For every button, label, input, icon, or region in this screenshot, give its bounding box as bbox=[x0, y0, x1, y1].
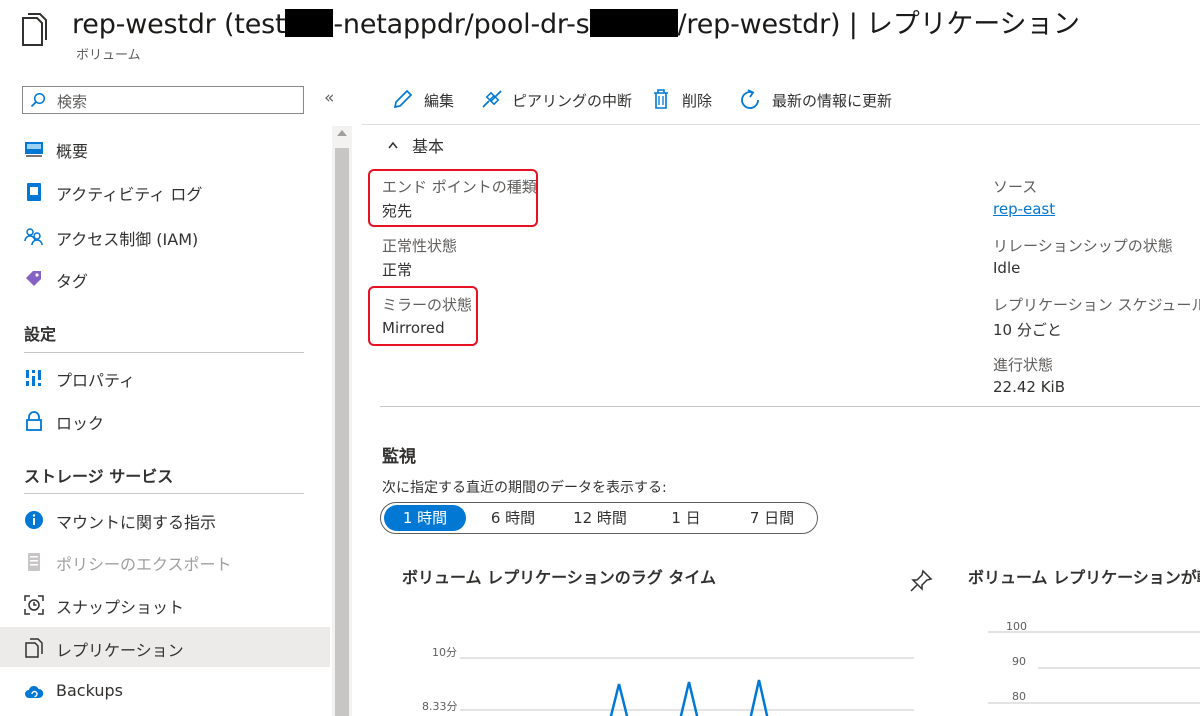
mirror-state-label: ミラーの状態 bbox=[382, 296, 473, 314]
refresh-label: 最新の情報に更新 bbox=[772, 92, 893, 110]
sidebar-item-label: タグ bbox=[56, 272, 89, 291]
sidebar-item-label: アクティビティ ログ bbox=[56, 185, 203, 204]
divider bbox=[24, 352, 304, 353]
page-title-part-1: rep-westdr (test bbox=[72, 9, 286, 40]
sidebar-item-label: プロパティ bbox=[56, 371, 136, 390]
toolbar-divider bbox=[362, 124, 1200, 125]
progress-value: 22.42 KiB bbox=[993, 378, 1066, 396]
edit-button[interactable]: 編集 bbox=[392, 86, 464, 114]
tag-icon bbox=[26, 271, 41, 286]
sidebar-item-label: 概要 bbox=[56, 142, 89, 161]
sidebar-item-export-policy[interactable]: ポリシーのエクスポート bbox=[0, 541, 330, 581]
range-1-hour[interactable]: 1 時間 bbox=[384, 505, 466, 531]
page-subtitle: ボリューム bbox=[76, 48, 141, 63]
pin-icon[interactable] bbox=[908, 568, 934, 594]
time-range-selector: 1 時間 6 時間 12 時間 1 日 7 日間 bbox=[380, 502, 818, 534]
search-icon bbox=[30, 92, 46, 108]
redacted-block bbox=[589, 9, 678, 37]
sidebar-item-iam[interactable]: アクセス制御 (IAM) bbox=[0, 216, 330, 256]
source-link[interactable]: rep-east bbox=[993, 200, 1055, 218]
redacted-block bbox=[285, 9, 334, 37]
sidebar-item-overview[interactable]: 概要 bbox=[0, 128, 330, 168]
relationship-status-value: Idle bbox=[993, 259, 1021, 277]
section-heading-storage-service: ストレージ サービス bbox=[24, 467, 174, 486]
refresh-icon bbox=[741, 89, 759, 109]
break-peering-button[interactable]: ピアリングの中断 bbox=[480, 86, 632, 114]
scroll-up-arrow-icon[interactable] bbox=[337, 130, 347, 136]
page-title-part-3: /rep-westdr) | レプリケーション bbox=[677, 9, 1081, 40]
divider bbox=[24, 493, 304, 494]
replication-schedule-value: 10 分ごと bbox=[993, 321, 1062, 339]
refresh-button[interactable]: 最新の情報に更新 bbox=[738, 86, 914, 114]
edit-label: 編集 bbox=[424, 92, 455, 110]
sidebar-item-label: アクセス制御 (IAM) bbox=[56, 230, 199, 249]
health-status-label: 正常性状態 bbox=[382, 237, 458, 255]
search-placeholder: 検索 bbox=[57, 93, 88, 111]
info-icon bbox=[25, 511, 43, 529]
monitoring-heading: 監視 bbox=[382, 447, 416, 467]
collapse-sidebar-button[interactable]: « bbox=[324, 88, 334, 108]
sidebar-scrollbar[interactable] bbox=[332, 126, 352, 716]
snapshot-icon bbox=[24, 595, 44, 615]
scrollbar-thumb[interactable] bbox=[335, 148, 349, 716]
health-status-value: 正常 bbox=[382, 261, 413, 279]
range-1-day[interactable]: 1 日 bbox=[651, 505, 721, 531]
sidebar-item-locks[interactable]: ロック bbox=[0, 400, 330, 440]
sidebar-item-properties[interactable]: プロパティ bbox=[0, 357, 330, 397]
sidebar-item-label: ポリシーのエクスポート bbox=[56, 555, 232, 574]
lag-series-line bbox=[609, 679, 769, 716]
range-6-hours[interactable]: 6 時間 bbox=[473, 505, 553, 531]
break-link-icon bbox=[482, 90, 502, 108]
range-12-hours[interactable]: 12 時間 bbox=[557, 505, 643, 531]
sidebar-item-replication[interactable]: レプリケーション bbox=[0, 627, 330, 667]
sidebar-item-label: ロック bbox=[56, 414, 105, 433]
page-title-part-2: -netappdr/pool-dr-s bbox=[333, 9, 590, 40]
replication-page-icon bbox=[22, 13, 47, 46]
range-7-days[interactable]: 7 日間 bbox=[731, 505, 813, 531]
properties-icon bbox=[26, 370, 41, 386]
sidebar-item-snapshots[interactable]: スナップショット bbox=[0, 584, 330, 624]
search-input[interactable]: 検索 bbox=[22, 86, 304, 114]
page-title: rep-westdr (test -netappdr/pool-dr-s/rep-… bbox=[72, 2, 1080, 41]
time-range-caption: 次に指定する直近の期間のデータを表示する: bbox=[382, 480, 667, 496]
chevron-up-icon[interactable] bbox=[388, 140, 398, 150]
delete-button[interactable]: 削除 bbox=[652, 86, 724, 114]
iam-icon bbox=[24, 228, 43, 246]
relationship-status-label: リレーションシップの状態 bbox=[993, 237, 1173, 255]
replication-schedule-label: レプリケーション スケジュール bbox=[993, 296, 1200, 314]
sidebar-item-label: Backups bbox=[56, 681, 123, 700]
y-tick-label: 8.33分 bbox=[422, 700, 458, 713]
chart-title-replication-lag: ボリューム レプリケーションのラグ タイム bbox=[402, 568, 717, 587]
sidebar-item-backups[interactable]: Backups bbox=[0, 671, 330, 711]
trash-icon bbox=[654, 89, 668, 109]
lock-icon bbox=[26, 411, 42, 431]
edit-pencil-icon bbox=[393, 89, 413, 109]
delete-label: 削除 bbox=[682, 92, 713, 110]
break-peering-label: ピアリングの中断 bbox=[512, 92, 633, 110]
sidebar-item-mount-instructions[interactable]: マウントに関する指示 bbox=[0, 499, 330, 539]
sidebar-item-label: マウントに関する指示 bbox=[56, 513, 217, 532]
sidebar-item-label: レプリケーション bbox=[56, 641, 184, 660]
sidebar-item-label: スナップショット bbox=[56, 598, 185, 617]
chart-title-replication-transfer: ボリューム レプリケーションが転送 bbox=[968, 568, 1200, 587]
sidebar-item-tags[interactable]: タグ bbox=[0, 258, 330, 298]
mirror-state-value: Mirrored bbox=[382, 319, 445, 337]
section-heading-settings: 設定 bbox=[24, 325, 57, 344]
activity-log-icon bbox=[27, 183, 41, 201]
overview-icon bbox=[25, 142, 43, 157]
replication-lag-chart bbox=[460, 657, 914, 716]
endpoint-type-label: エンド ポイントの種類 bbox=[382, 178, 537, 196]
backup-cloud-icon bbox=[25, 685, 44, 698]
essentials-divider bbox=[380, 406, 1200, 407]
essentials-heading[interactable]: 基本 bbox=[412, 133, 444, 157]
export-policy-icon bbox=[28, 553, 40, 571]
source-label: ソース bbox=[993, 178, 1038, 196]
replication-transfer-chart bbox=[988, 631, 1200, 704]
sidebar-item-activity-log[interactable]: アクティビティ ログ bbox=[0, 171, 330, 211]
progress-label: 進行状態 bbox=[993, 356, 1054, 374]
y-tick-label: 10分 bbox=[432, 646, 457, 659]
endpoint-type-value: 宛先 bbox=[382, 202, 413, 220]
replication-icon bbox=[25, 638, 43, 658]
